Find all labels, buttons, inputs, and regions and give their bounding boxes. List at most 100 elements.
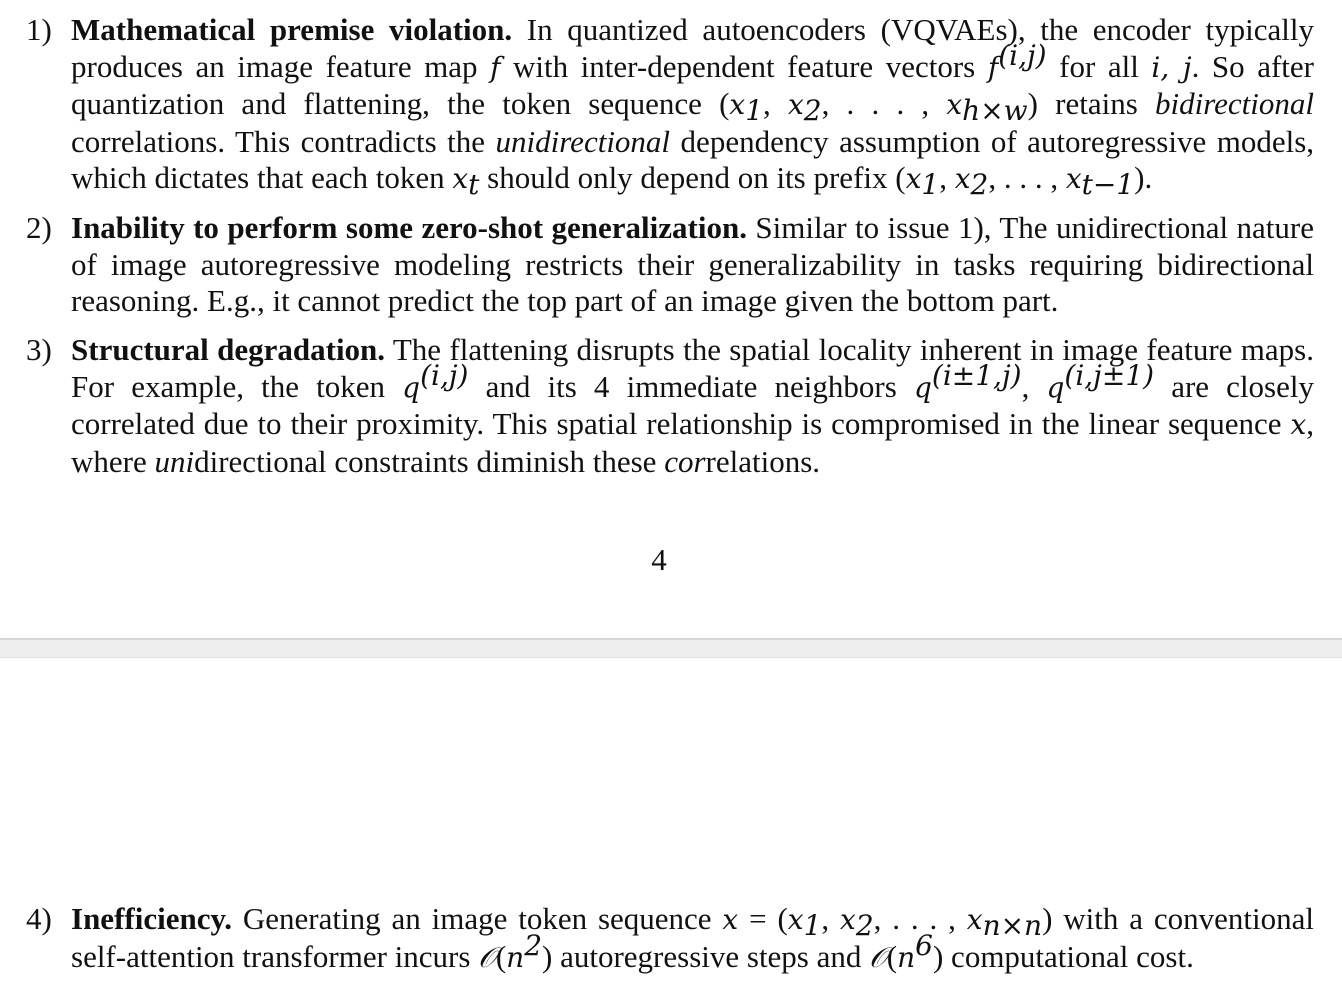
text-run: ) computational cost. bbox=[932, 938, 1194, 974]
math-symbol: x bbox=[787, 88, 804, 121]
text-run: , bbox=[821, 901, 841, 936]
math-subscript: 2 bbox=[803, 94, 822, 127]
item-title: Inefficiency. bbox=[71, 901, 232, 936]
text-run: , . . . , bbox=[821, 86, 947, 121]
page-separator bbox=[0, 638, 1342, 658]
math-symbol: n bbox=[506, 940, 525, 974]
math-symbol: f bbox=[987, 50, 999, 84]
item-number: 3) bbox=[26, 332, 52, 367]
math-symbol: x bbox=[787, 903, 804, 936]
math-subscript: t−1 bbox=[1081, 168, 1135, 201]
math-expression: xt−1 bbox=[1065, 160, 1134, 199]
page-number: 4 bbox=[651, 542, 667, 577]
text-run: relations. bbox=[705, 443, 821, 479]
math-subscript: 2 bbox=[855, 909, 874, 942]
math-superscript: (i,j) bbox=[420, 358, 469, 392]
math-symbol: x bbox=[729, 88, 746, 121]
item-title: Inability to perform some zero-shot gene… bbox=[71, 210, 747, 245]
item-body: Mathematical premise violation. In quant… bbox=[71, 12, 1314, 199]
emphasis-text: uni bbox=[154, 443, 195, 479]
text-run: ) retains bbox=[1027, 86, 1155, 121]
math-expression: x1 bbox=[787, 901, 822, 940]
item-body: Inefficiency. Generating an image token … bbox=[71, 901, 1314, 976]
math-expression: x bbox=[1290, 406, 1306, 441]
math-expression: f(i,j) bbox=[987, 41, 1047, 84]
math-superscript: 2 bbox=[524, 928, 543, 962]
text-run: directional constraints diminish these bbox=[194, 443, 665, 479]
emphasis-text: cor bbox=[664, 443, 706, 479]
math-expression: n2 bbox=[506, 931, 542, 974]
item-body: Inability to perform some zero-shot gene… bbox=[71, 210, 1314, 320]
math-expression: x2 bbox=[787, 86, 822, 125]
math-expression: 𝒪 bbox=[478, 939, 496, 974]
math-expression: x2 bbox=[954, 160, 989, 199]
math-expression: q(i,j±1) bbox=[1046, 361, 1154, 404]
math-symbol: x bbox=[954, 162, 971, 195]
math-symbol: q bbox=[402, 370, 421, 404]
math-expression: i, j bbox=[1151, 49, 1191, 84]
math-symbol: 𝒪 bbox=[478, 940, 496, 974]
math-subscript: 2 bbox=[970, 168, 989, 201]
text-run: ( bbox=[495, 938, 507, 974]
math-symbol: x bbox=[1290, 408, 1307, 441]
math-symbol: 𝒪 bbox=[869, 940, 887, 974]
math-expression: f bbox=[490, 49, 500, 84]
math-symbol: q bbox=[1046, 370, 1065, 404]
math-symbol: q bbox=[913, 370, 932, 404]
math-expression: xt bbox=[452, 160, 479, 199]
text-run: for all bbox=[1046, 48, 1152, 84]
list-item-4: 4) Inefficiency. Generating an image tok… bbox=[26, 901, 1314, 976]
item-number: 2) bbox=[26, 210, 52, 245]
math-symbol: x bbox=[966, 903, 983, 936]
math-subscript: n×n bbox=[982, 909, 1043, 942]
list-item-2: 2) Inability to perform some zero-shot g… bbox=[26, 210, 1314, 320]
math-expression: 𝒪 bbox=[869, 939, 887, 974]
math-symbol: x bbox=[452, 162, 469, 195]
text-run: = ( bbox=[738, 901, 788, 936]
math-expression: n6 bbox=[897, 931, 933, 974]
text-run: correlations. This contradicts the bbox=[71, 123, 496, 159]
math-symbol: x bbox=[905, 162, 922, 195]
math-symbol: x bbox=[840, 903, 856, 936]
text-run: , bbox=[939, 160, 955, 195]
math-expression: q(i±1,j) bbox=[913, 361, 1022, 404]
list-item-1: 1) Mathematical premise violation. In qu… bbox=[26, 12, 1314, 199]
text-run: and its 4 immediate neighbors bbox=[468, 368, 914, 404]
math-expression: q(i,j) bbox=[402, 361, 468, 404]
math-subscript: 1 bbox=[745, 94, 764, 127]
math-superscript: (i±1,j) bbox=[931, 358, 1022, 392]
math-symbol: f bbox=[490, 50, 501, 84]
math-symbol: x bbox=[722, 903, 739, 936]
text-run: ). bbox=[1134, 160, 1153, 195]
math-expression: x1 bbox=[729, 86, 763, 125]
math-expression: xn×n bbox=[966, 901, 1042, 940]
text-run: with inter-dependent feature vectors bbox=[500, 48, 988, 84]
emphasis-text: unidirectional bbox=[495, 123, 671, 159]
math-subscript: 1 bbox=[803, 909, 822, 942]
text-run: ( bbox=[886, 938, 898, 974]
item-body: Structural degradation. The flattening d… bbox=[71, 332, 1314, 480]
text-run: Generating an image token sequence bbox=[242, 901, 723, 936]
math-expression: x1 bbox=[905, 160, 940, 199]
item-text: Generating an image token sequence x = (… bbox=[71, 901, 1314, 974]
math-subscript: h×w bbox=[962, 94, 1028, 127]
text-run: should only depend on its prefix ( bbox=[479, 160, 906, 195]
item-title: Structural degradation. bbox=[71, 332, 386, 367]
text-run: , bbox=[763, 86, 788, 121]
math-symbol: n bbox=[897, 940, 916, 974]
math-subscript: t bbox=[468, 168, 480, 201]
text-run: , bbox=[1021, 368, 1047, 404]
math-symbol: i, j bbox=[1151, 50, 1192, 84]
math-subscript: 1 bbox=[921, 168, 940, 201]
math-superscript: (i,j) bbox=[998, 38, 1047, 72]
text-run: , . . . , bbox=[988, 160, 1066, 195]
math-expression: xh×w bbox=[946, 86, 1027, 125]
item-title: Mathematical premise violation. bbox=[71, 12, 513, 47]
item-number: 1) bbox=[26, 12, 52, 47]
text-run: ) autoregressive steps and bbox=[542, 938, 870, 974]
math-symbol: x bbox=[946, 88, 963, 121]
math-symbol: x bbox=[1065, 162, 1082, 195]
emphasis-text: bidirectional bbox=[1155, 86, 1314, 121]
math-superscript: 6 bbox=[915, 928, 933, 962]
list-item-3: 3) Structural degradation. The flattenin… bbox=[26, 332, 1314, 480]
